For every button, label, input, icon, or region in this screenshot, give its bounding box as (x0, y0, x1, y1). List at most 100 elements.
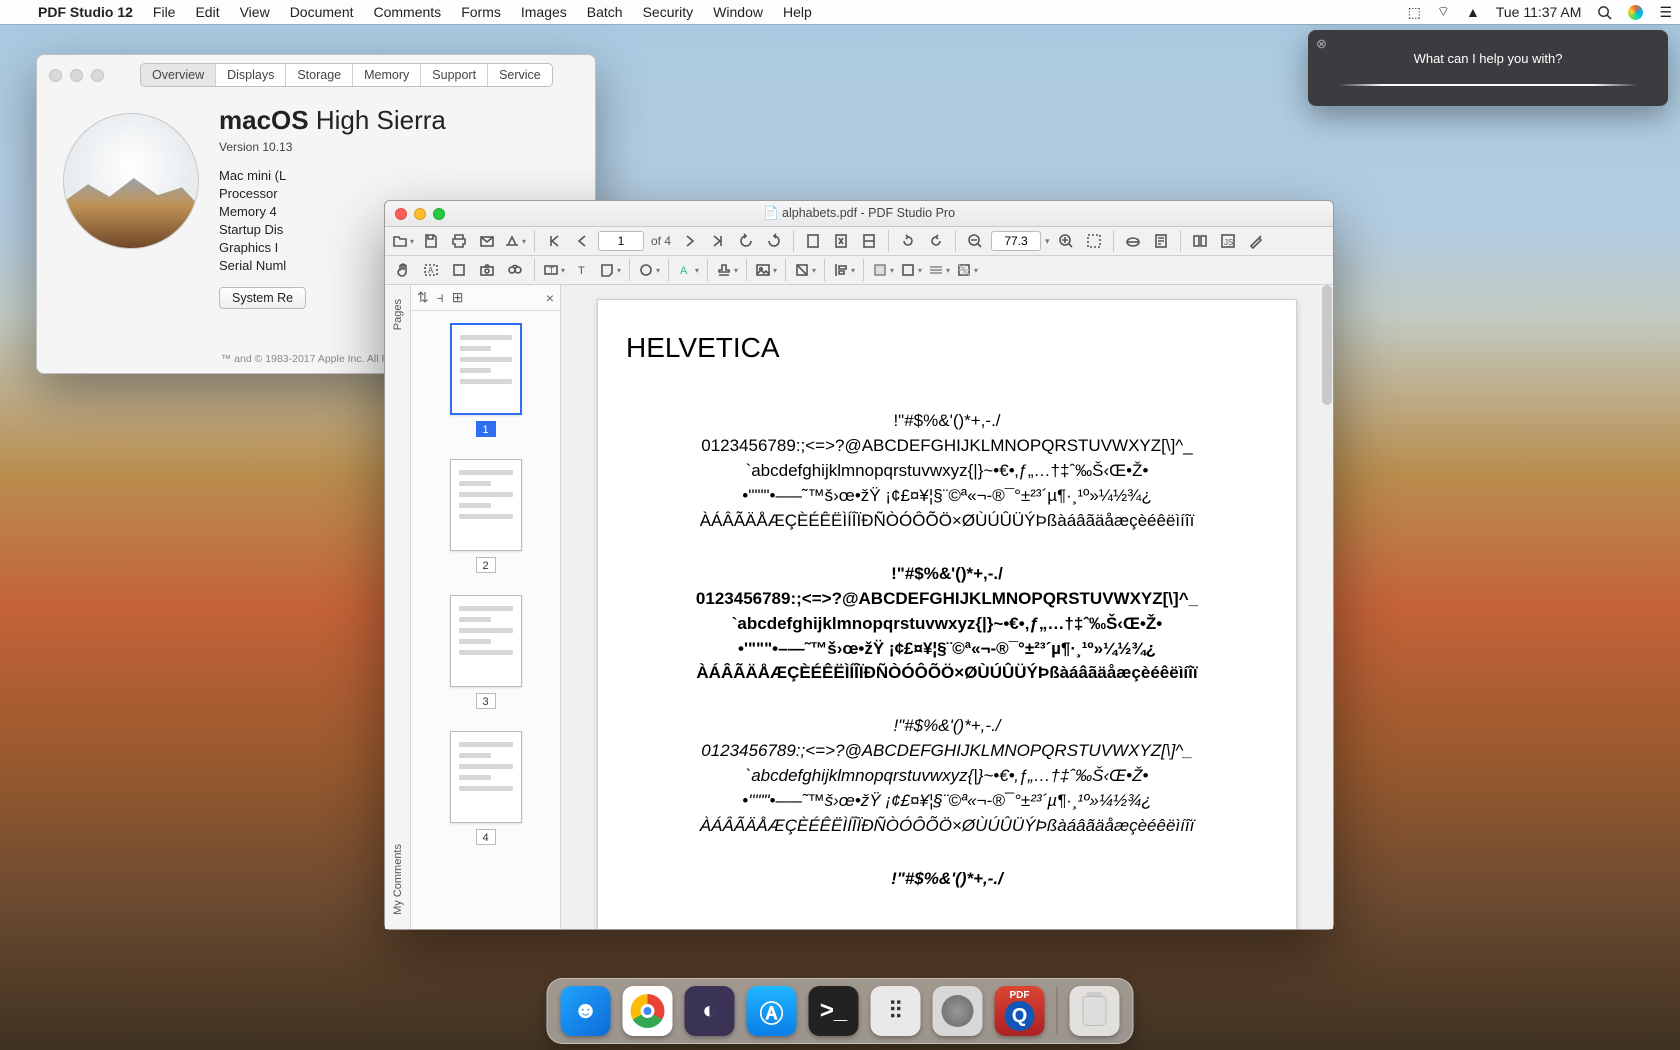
zoom-input[interactable] (991, 231, 1041, 251)
first-page-button[interactable] (542, 230, 566, 252)
actual-size-button[interactable] (801, 230, 825, 252)
siri-icon[interactable] (1620, 5, 1651, 20)
finder-app[interactable]: ☻ (561, 986, 611, 1036)
print-button[interactable] (447, 230, 471, 252)
search-tool[interactable] (503, 259, 527, 281)
zoom-in-button[interactable] (1054, 230, 1078, 252)
shape-tool[interactable]: ▾ (637, 259, 661, 281)
next-page-button[interactable] (678, 230, 702, 252)
javascript-button[interactable]: JS (1216, 230, 1240, 252)
menu-edit[interactable]: Edit (185, 4, 229, 20)
eclipse-app[interactable]: ◐ (685, 986, 735, 1036)
sticky-note-tool[interactable]: ▾ (598, 259, 622, 281)
menu-comments[interactable]: Comments (364, 4, 452, 20)
menu-forms[interactable]: Forms (451, 4, 511, 20)
dropbox-icon[interactable]: ⬚ (1400, 4, 1429, 21)
image-tool[interactable]: ▾ (754, 259, 778, 281)
minimize-button[interactable] (70, 69, 83, 82)
spotlight-icon[interactable] (1589, 5, 1620, 20)
open-button[interactable]: ▾ (391, 230, 415, 252)
clock[interactable]: Tue 11:37 AM (1488, 4, 1590, 20)
notification-center-icon[interactable]: ☰ (1651, 4, 1680, 21)
scan-button[interactable]: ▾ (503, 230, 527, 252)
menu-file[interactable]: File (143, 4, 186, 20)
wifi-icon[interactable]: ⌔ (1429, 3, 1458, 21)
pdf-viewer[interactable]: HELVETICA !"#$%&'()*+,-./0123456789:;<=>… (561, 285, 1333, 929)
snapshot-tool[interactable] (475, 259, 499, 281)
prev-page-button[interactable] (570, 230, 594, 252)
close-button[interactable] (49, 69, 62, 82)
pdf-studio-app[interactable]: Q (995, 986, 1045, 1036)
stamp-tool[interactable]: ▾ (715, 259, 739, 281)
menu-help[interactable]: Help (773, 4, 822, 20)
about-tab-storage[interactable]: Storage (286, 64, 353, 86)
thumbnail-1[interactable]: 1 (450, 323, 522, 437)
about-tab-service[interactable]: Service (488, 64, 552, 86)
about-tab-memory[interactable]: Memory (353, 64, 421, 86)
chrome-app[interactable] (623, 986, 673, 1036)
about-tab-support[interactable]: Support (421, 64, 488, 86)
menu-document[interactable]: Document (280, 4, 364, 20)
last-page-button[interactable] (706, 230, 730, 252)
menu-view[interactable]: View (230, 4, 280, 20)
vertical-scrollbar[interactable] (1321, 285, 1333, 929)
thumbnail-3[interactable]: 3 (450, 595, 522, 709)
stroke-color-tool[interactable]: ▾ (899, 259, 923, 281)
terminal-app[interactable]: >_ (809, 986, 859, 1036)
system-report-button[interactable]: System Re (219, 287, 306, 309)
align-left-tool[interactable]: ▾ (832, 259, 856, 281)
comments-tab[interactable]: My Comments (392, 830, 404, 929)
page-input[interactable] (598, 231, 644, 251)
fit-page-button[interactable] (829, 230, 853, 252)
menu-images[interactable]: Images (511, 4, 577, 20)
minimize-button[interactable] (414, 208, 426, 220)
menu-security[interactable]: Security (633, 4, 704, 20)
fill-color-tool[interactable]: ▾ (871, 259, 895, 281)
eject-icon[interactable]: ▲ (1458, 4, 1488, 20)
next-view-button[interactable] (762, 230, 786, 252)
callout-tool[interactable]: T (570, 259, 594, 281)
thumb-sort-icon[interactable]: ⫞ (437, 289, 444, 306)
system-preferences-app[interactable] (933, 986, 983, 1036)
line-width-tool[interactable]: ▾ (927, 259, 951, 281)
rotate-cw-button[interactable] (924, 230, 948, 252)
save-button[interactable] (419, 230, 443, 252)
select-text-tool[interactable]: A (419, 259, 443, 281)
thumb-grid-icon[interactable]: ⊞ (452, 289, 464, 306)
activity-monitor-app[interactable]: ⫶⫶ (871, 986, 921, 1036)
trash[interactable] (1070, 986, 1120, 1036)
measure-tool[interactable]: ▾ (793, 259, 817, 281)
email-button[interactable] (475, 230, 499, 252)
zoom-button[interactable] (91, 69, 104, 82)
thumb-options-icon[interactable]: ⇅ (417, 289, 429, 306)
text-box-tool[interactable]: T▾ (542, 259, 566, 281)
close-button[interactable] (395, 208, 407, 220)
thumbnail-2[interactable]: 2 (450, 459, 522, 573)
form-designer-button[interactable] (1188, 230, 1212, 252)
text-block: !"#$%&'()*+,-./0123456789:;<=>?@ABCDEFGH… (626, 563, 1268, 686)
high-sierra-logo (63, 113, 199, 249)
rotate-ccw-button[interactable] (896, 230, 920, 252)
prev-view-button[interactable] (734, 230, 758, 252)
thumbnail-4[interactable]: 4 (450, 731, 522, 845)
zoom-button[interactable] (433, 208, 445, 220)
hand-tool[interactable] (391, 259, 415, 281)
pages-tab[interactable]: Pages (392, 285, 404, 344)
edit-object-tool[interactable] (447, 259, 471, 281)
about-tab-overview[interactable]: Overview (141, 64, 216, 86)
menu-batch[interactable]: Batch (577, 4, 633, 20)
menu-window[interactable]: Window (703, 4, 773, 20)
marquee-zoom-button[interactable] (1082, 230, 1106, 252)
about-tab-displays[interactable]: Displays (216, 64, 286, 86)
highlight-tool[interactable]: A▾ (676, 259, 700, 281)
appstore-app[interactable]: Ⓐ (747, 986, 797, 1036)
close-panel-icon[interactable]: × (546, 290, 554, 306)
sign-button[interactable] (1244, 230, 1268, 252)
zoom-out-button[interactable] (963, 230, 987, 252)
transparency-tool[interactable]: ▾ (955, 259, 979, 281)
properties-button[interactable] (1149, 230, 1173, 252)
app-menu[interactable]: PDF Studio 12 (28, 4, 143, 20)
print-production-button[interactable] (1121, 230, 1145, 252)
fit-width-button[interactable] (857, 230, 881, 252)
close-icon[interactable]: ⊗ (1316, 36, 1327, 52)
